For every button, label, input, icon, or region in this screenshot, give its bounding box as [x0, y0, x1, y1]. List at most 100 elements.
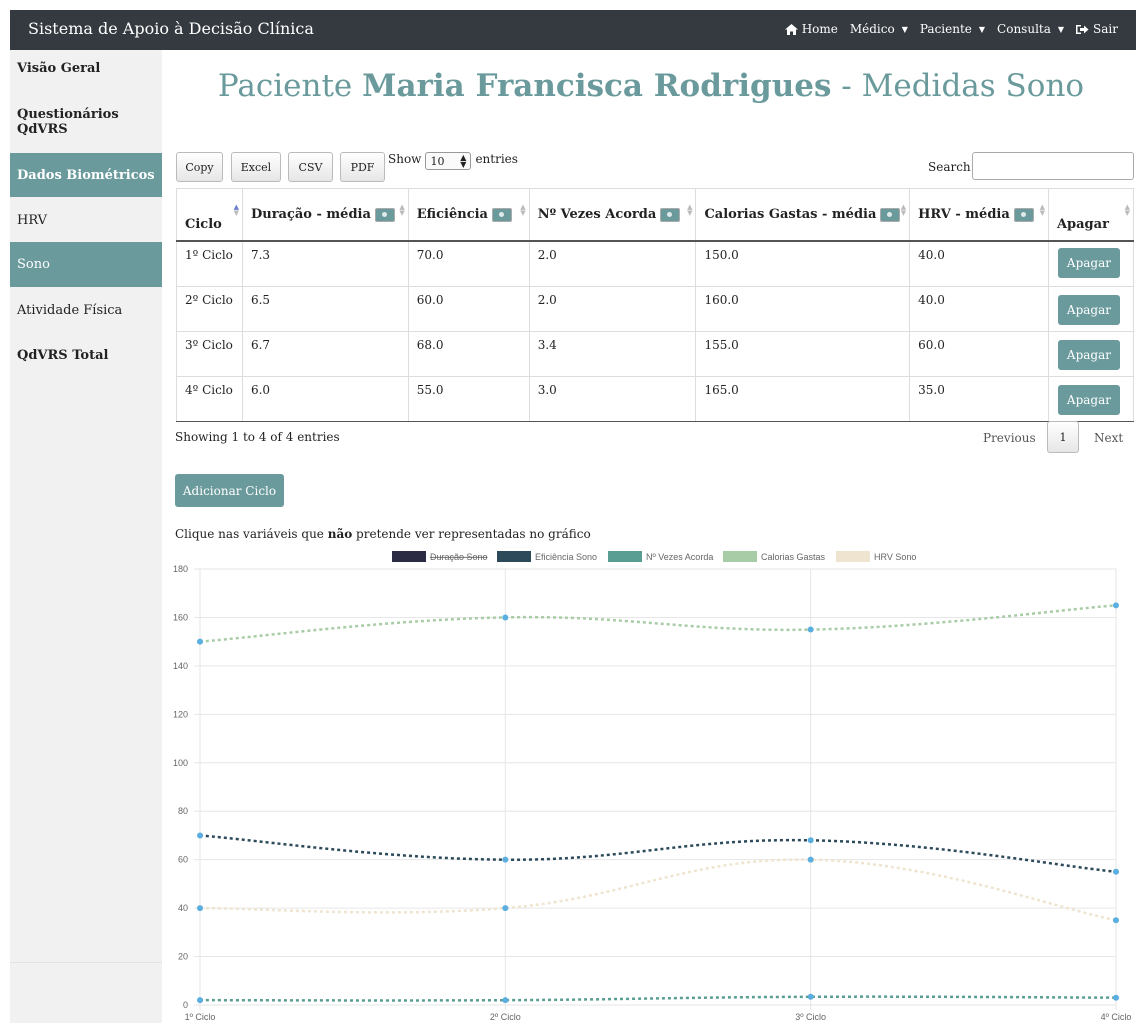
show-label: Show — [388, 152, 422, 166]
sidebar-item-atividade-fisica[interactable]: Atividade Física — [10, 288, 162, 332]
sidebar-item-visao-geral[interactable]: Visão Geral — [10, 58, 162, 78]
cell-vezes-acorda: 2.0 — [528, 285, 697, 332]
y-tick-label: 160 — [173, 612, 188, 622]
sort-icon: ▲ ▼ — [900, 202, 907, 217]
pagination-page-1[interactable]: 1 — [1047, 421, 1079, 453]
nav-medico[interactable]: Médico ▼ — [850, 22, 908, 36]
sidebar-divider — [10, 962, 162, 963]
sleep-measures-table: Ciclo ▲ ▼ Duração - média ▲ ▼ Eficiência ▲ ▼ N… — [176, 188, 1135, 422]
entries-label: entries — [475, 152, 518, 166]
cell-eficiencia: 55.0 — [407, 375, 530, 422]
nav-paciente[interactable]: Paciente ▼ — [920, 22, 985, 36]
legend-swatch[interactable] — [608, 551, 642, 562]
legend-swatch[interactable] — [836, 551, 870, 562]
cell-eficiencia: 60.0 — [407, 285, 530, 332]
col-header-label: HRV - média — [918, 207, 1010, 222]
data-point[interactable] — [502, 997, 509, 1004]
sort-icon: ▲ ▼ — [520, 202, 526, 217]
y-tick-label: 40 — [178, 903, 188, 913]
col-header-apagar[interactable]: Apagar ▲ ▼ — [1047, 188, 1135, 242]
cell-ciclo: 3º Ciclo — [176, 330, 243, 377]
caret-down-icon: ▼ — [901, 24, 908, 34]
sign-out-icon — [1076, 24, 1089, 34]
cell-duracao: 7.3 — [241, 240, 409, 287]
legend-label[interactable]: Duração Sono — [430, 552, 488, 562]
pagination-previous[interactable]: Previous — [983, 431, 1036, 445]
cell-eficiencia: 70.0 — [407, 240, 530, 287]
page-title: Paciente Maria Francisca Rodrigues - Med… — [162, 68, 1140, 104]
x-tick-label: 2º Ciclo — [490, 1012, 521, 1022]
col-header-ciclo[interactable]: Ciclo ▲ ▼ — [176, 188, 243, 242]
col-header-calorias[interactable]: Calorias Gastas - média ▲ ▼ — [695, 188, 911, 242]
search-input[interactable] — [972, 152, 1134, 180]
data-point[interactable] — [502, 905, 509, 912]
legend-label[interactable]: Nº Vezes Acorda — [646, 552, 713, 562]
info-icon[interactable] — [1013, 207, 1034, 222]
page-length-select[interactable]: 10 ▲ ▼ — [425, 152, 472, 170]
sidebar-item-questionarios[interactable]: Questionários QdVRS — [10, 102, 162, 142]
cell-hrv: 60.0 — [909, 330, 1049, 377]
sidebar-item-qdvrs-total[interactable]: QdVRS Total — [10, 333, 162, 377]
pagination-next[interactable]: Next — [1094, 431, 1123, 445]
data-point[interactable] — [807, 626, 814, 633]
pdf-button[interactable]: PDF — [340, 152, 385, 182]
data-point[interactable] — [807, 993, 814, 1000]
legend-label[interactable]: Eficiência Sono — [535, 552, 597, 562]
data-point[interactable] — [1113, 917, 1119, 924]
copy-button[interactable]: Copy — [176, 152, 223, 182]
data-point[interactable] — [197, 638, 203, 645]
data-point[interactable] — [197, 997, 203, 1004]
legend-label[interactable]: HRV Sono — [874, 552, 916, 562]
legend-swatch[interactable] — [723, 551, 757, 562]
data-point[interactable] — [502, 856, 509, 863]
delete-cycle-button[interactable]: Apagar — [1057, 248, 1120, 278]
nav-consulta[interactable]: Consulta ▼ — [997, 22, 1064, 36]
nav-paciente-label: Paciente — [919, 22, 972, 36]
info-icon[interactable] — [880, 207, 901, 222]
delete-cycle-button[interactable]: Apagar — [1057, 294, 1120, 325]
x-tick-label: 3º Ciclo — [795, 1012, 826, 1022]
cell-apagar: Apagar — [1047, 285, 1135, 332]
col-header-hrv[interactable]: HRV - média ▲ ▼ — [909, 188, 1049, 242]
caret-down-icon: ▼ — [1057, 24, 1065, 34]
title-suffix: - Medidas Sono — [831, 68, 1085, 104]
data-point[interactable] — [807, 856, 814, 863]
sidebar-item-hrv[interactable]: HRV — [10, 198, 162, 242]
data-point[interactable] — [197, 832, 203, 839]
legend-swatch[interactable] — [497, 551, 531, 562]
info-icon[interactable] — [491, 207, 512, 222]
csv-button[interactable]: CSV — [288, 152, 333, 182]
nav-sair[interactable]: Sair — [1076, 22, 1118, 36]
delete-cycle-button[interactable]: Apagar — [1057, 339, 1120, 370]
data-point[interactable] — [502, 614, 509, 621]
sidebar-item-sono[interactable]: Sono — [10, 242, 162, 287]
sidebar-item-dados-biometricos[interactable]: Dados Biométricos — [10, 153, 162, 197]
sort-icon: ▲ ▼ — [399, 202, 405, 217]
legend-swatch[interactable] — [392, 551, 426, 562]
col-header-eficiencia[interactable]: Eficiência ▲ ▼ — [407, 188, 530, 242]
col-header-label: Nº Vezes Acorda — [537, 207, 657, 222]
data-point[interactable] — [197, 905, 203, 912]
add-cycle-button[interactable]: Adicionar Ciclo — [175, 474, 284, 507]
data-point[interactable] — [1113, 602, 1119, 609]
x-tick-label: 4º Ciclo — [1101, 1012, 1132, 1022]
info-icon[interactable] — [374, 207, 395, 222]
data-point[interactable] — [1113, 868, 1119, 875]
chart-hint-before: Clique nas variáveis que — [175, 527, 328, 541]
nav-home[interactable]: Home — [784, 22, 838, 36]
col-header-duracao[interactable]: Duração - média ▲ ▼ — [241, 188, 409, 242]
info-icon[interactable] — [660, 207, 681, 222]
legend-label[interactable]: Calorias Gastas — [761, 552, 826, 562]
y-tick-label: 20 — [178, 952, 188, 962]
col-header-vezes-acorda[interactable]: Nº Vezes Acorda ▲ ▼ — [528, 188, 697, 242]
sort-icon: ▲ ▼ — [687, 202, 693, 217]
excel-button[interactable]: Excel — [231, 152, 281, 182]
table-row: 3º Ciclo 6.7 68.0 3.4 155.0 60.0 Apagar — [176, 330, 1135, 377]
app-brand[interactable]: Sistema de Apoio à Decisão Clínica — [28, 19, 314, 38]
data-point[interactable] — [807, 837, 814, 844]
delete-cycle-button[interactable]: Apagar — [1057, 384, 1120, 415]
cell-ciclo: 2º Ciclo — [176, 285, 243, 332]
chart-hint-after: pretende ver representadas no gráfico — [352, 527, 591, 541]
chart-hint: Clique nas variáveis que não pretende ve… — [175, 527, 591, 541]
data-point[interactable] — [1113, 994, 1119, 1001]
